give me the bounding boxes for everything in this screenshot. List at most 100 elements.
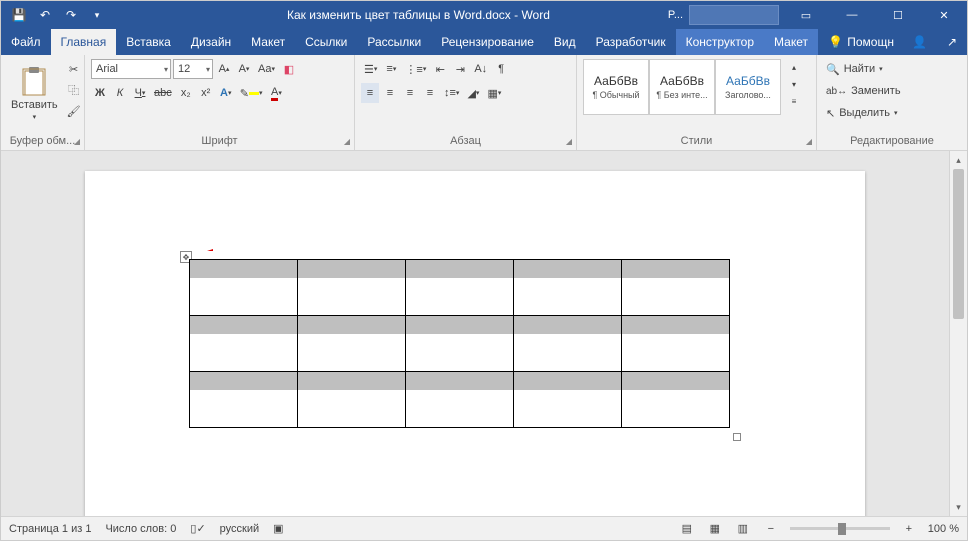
dialog-launcher-icon[interactable]: ◢ <box>74 137 80 146</box>
cut-button[interactable]: ✂ <box>64 59 84 79</box>
table-cell[interactable] <box>298 316 406 372</box>
table-cell[interactable] <box>190 372 298 428</box>
change-case-button[interactable]: Aa▾ <box>255 59 278 79</box>
spellcheck-button[interactable]: ▯✓ <box>190 522 205 535</box>
vertical-scrollbar[interactable]: ▴ ▾ <box>949 151 967 516</box>
table-cell[interactable] <box>190 316 298 372</box>
tab-table-layout[interactable]: Макет <box>764 29 818 55</box>
zoom-slider[interactable] <box>790 527 890 530</box>
borders-button[interactable]: ▦▾ <box>484 83 504 103</box>
italic-button[interactable]: К <box>111 83 129 103</box>
shrink-font-button[interactable]: A▾ <box>235 59 253 79</box>
table-cell[interactable] <box>622 260 730 316</box>
format-painter-button[interactable]: 🖌 <box>64 101 84 121</box>
print-layout-button[interactable]: ▦ <box>706 519 724 539</box>
redo-button[interactable]: ↷ <box>59 3 83 27</box>
subscript-button[interactable]: x₂ <box>177 83 195 103</box>
minimize-button[interactable]: — <box>829 1 875 29</box>
style-no-spacing[interactable]: АаБбВв¶ Без инте... <box>649 59 715 115</box>
superscript-button[interactable]: x² <box>197 83 215 103</box>
tab-review[interactable]: Рецензирование <box>431 29 544 55</box>
zoom-slider-thumb[interactable] <box>838 523 846 535</box>
web-layout-button[interactable]: ▥ <box>734 519 752 539</box>
styles-expand[interactable]: ≡ <box>785 93 803 109</box>
clear-formatting-button[interactable]: ◧ <box>280 59 298 79</box>
sort-button[interactable]: A↓ <box>471 59 490 79</box>
table-cell[interactable] <box>406 372 514 428</box>
strikethrough-button[interactable]: abc <box>151 83 175 103</box>
table-cell[interactable] <box>514 260 622 316</box>
tab-design[interactable]: Дизайн <box>181 29 241 55</box>
user-account-area[interactable] <box>689 5 779 25</box>
maximize-button[interactable]: ☐ <box>875 1 921 29</box>
align-center-button[interactable]: ≡ <box>381 83 399 103</box>
dialog-launcher-icon[interactable]: ◢ <box>806 137 812 146</box>
styles-row-down[interactable]: ▾ <box>785 76 803 92</box>
tab-layout[interactable]: Макет <box>241 29 295 55</box>
style-normal[interactable]: АаБбВв¶ Обычный <box>583 59 649 115</box>
decrease-indent-button[interactable]: ⇤ <box>431 59 449 79</box>
table-cell[interactable] <box>190 260 298 316</box>
find-button[interactable]: 🔍Найти▾ <box>823 59 904 79</box>
word-count[interactable]: Число слов: 0 <box>105 523 176 535</box>
document-table[interactable] <box>189 259 730 428</box>
table-cell[interactable] <box>406 316 514 372</box>
font-size-select[interactable]: 12 <box>173 59 213 79</box>
table-cell[interactable] <box>406 260 514 316</box>
justify-button[interactable]: ≡ <box>421 83 439 103</box>
align-left-button[interactable]: ≡ <box>361 83 379 103</box>
copy-button[interactable]: ⿻ <box>64 80 84 100</box>
styles-row-up[interactable]: ▴ <box>785 59 803 75</box>
font-name-select[interactable]: Arial <box>91 59 171 79</box>
undo-button[interactable]: ↶ <box>33 3 57 27</box>
tab-table-design[interactable]: Конструктор <box>676 29 764 55</box>
dialog-launcher-icon[interactable]: ◢ <box>344 137 350 146</box>
account-button[interactable]: 👤 <box>902 29 937 55</box>
scroll-thumb[interactable] <box>953 169 964 319</box>
grow-font-button[interactable]: A▴ <box>215 59 233 79</box>
multilevel-list-button[interactable]: ⋮≡▾ <box>402 59 429 79</box>
scroll-down-button[interactable]: ▾ <box>950 498 967 516</box>
bullets-button[interactable]: ☰▾ <box>361 59 380 79</box>
zoom-in-button[interactable]: + <box>900 519 918 539</box>
tab-view[interactable]: Вид <box>544 29 586 55</box>
tab-file[interactable]: Файл <box>1 29 51 55</box>
align-right-button[interactable]: ≡ <box>401 83 419 103</box>
table-cell[interactable] <box>514 316 622 372</box>
close-button[interactable]: ✕ <box>921 1 967 29</box>
scroll-track[interactable] <box>950 169 967 498</box>
tab-developer[interactable]: Разработчик <box>586 29 676 55</box>
increase-indent-button[interactable]: ⇥ <box>451 59 469 79</box>
shading-button[interactable]: ◢▾ <box>464 83 482 103</box>
tab-home[interactable]: Главная <box>51 29 117 55</box>
tab-mailings[interactable]: Рассылки <box>357 29 431 55</box>
scroll-up-button[interactable]: ▴ <box>950 151 967 169</box>
highlight-button[interactable]: ✎▾ <box>237 83 266 103</box>
text-effects-button[interactable]: A▾ <box>217 83 235 103</box>
page-indicator[interactable]: Страница 1 из 1 <box>9 523 91 535</box>
paste-button[interactable]: Вставить ▾ <box>7 59 62 129</box>
tell-me-box[interactable]: 💡 Помощн <box>820 29 902 55</box>
table-cell[interactable] <box>622 316 730 372</box>
table-cell[interactable] <box>298 372 406 428</box>
language-indicator[interactable]: русский <box>220 523 259 535</box>
read-mode-button[interactable]: ▤ <box>678 519 696 539</box>
ribbon-options-button[interactable]: ▭ <box>783 1 829 29</box>
save-button[interactable]: 💾 <box>7 3 31 27</box>
tab-references[interactable]: Ссылки <box>295 29 357 55</box>
style-heading1[interactable]: АаБбВвЗаголово... <box>715 59 781 115</box>
share-button[interactable]: ↗ <box>937 29 967 55</box>
bold-button[interactable]: Ж <box>91 83 109 103</box>
tab-insert[interactable]: Вставка <box>116 29 181 55</box>
select-button[interactable]: ↖Выделить▾ <box>823 103 904 123</box>
underline-button[interactable]: Ч▾ <box>131 83 149 103</box>
qat-customize-button[interactable]: ▾ <box>85 3 109 27</box>
table-cell[interactable] <box>622 372 730 428</box>
dialog-launcher-icon[interactable]: ◢ <box>566 137 572 146</box>
macro-button[interactable]: ▣ <box>273 522 283 535</box>
table-cell[interactable] <box>298 260 406 316</box>
zoom-out-button[interactable]: − <box>762 519 780 539</box>
show-marks-button[interactable]: ¶ <box>492 59 510 79</box>
replace-button[interactable]: ab↔Заменить <box>823 81 904 101</box>
font-color-button[interactable]: A▾ <box>267 83 285 103</box>
